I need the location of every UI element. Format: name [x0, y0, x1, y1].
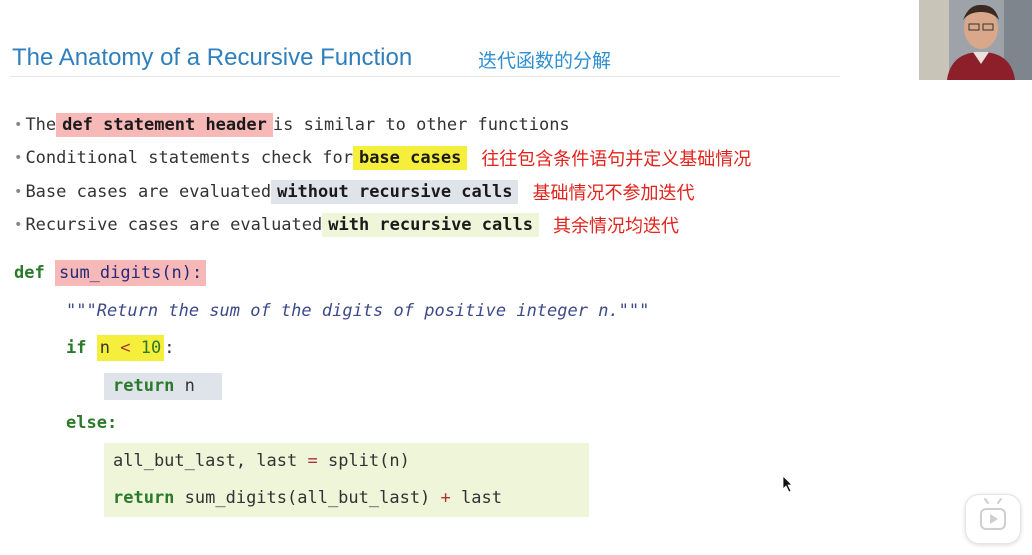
code-split-line: all_but_last, last = split(n) — [113, 451, 410, 471]
split-rhs: split(n) — [317, 451, 410, 471]
presenter-image — [919, 0, 1032, 80]
code-def-line: def sum_digits(n): — [14, 260, 207, 286]
condition-number: 10 — [140, 338, 162, 358]
presenter-webcam — [919, 0, 1032, 80]
return-tail: last — [450, 488, 502, 508]
keyword-else: else: — [66, 413, 118, 433]
base-case-condition: n < 10 — [96, 335, 165, 361]
bullet-dot-icon: • — [14, 150, 23, 167]
keyword-return: return — [113, 376, 175, 396]
bullet-dot-icon: • — [14, 217, 23, 234]
keyword-def: def — [14, 263, 45, 283]
play-icon — [980, 498, 1006, 530]
code-docstring-line: """Return the sum of the digits of posit… — [66, 301, 649, 321]
bullet-highlight: with recursive calls — [322, 213, 539, 238]
keyword-return: return — [113, 488, 175, 508]
recursive-call: sum_digits(all_but_last) — [174, 488, 441, 508]
title-annotation: 迭代函数的分解 — [478, 50, 612, 72]
bullet-text: is similar to other functions — [272, 114, 570, 135]
bullet-annotation: 其余情况均迭代 — [552, 216, 679, 238]
bullet-dot-icon: • — [14, 183, 23, 200]
condition-operator: < — [120, 338, 131, 358]
bullet-text: Base cases are evaluated — [25, 181, 272, 202]
bullet-text: Conditional statements check for — [25, 148, 353, 169]
condition-variable: n — [99, 338, 110, 358]
bullet-item: • Recursive cases are evaluated with rec… — [14, 209, 751, 243]
keyword-if: if — [66, 338, 87, 358]
condition-colon: : — [164, 338, 175, 358]
bullet-annotation: 往往包含条件语句并定义基础情况 — [481, 149, 752, 171]
plus-operator: + — [440, 488, 451, 508]
bullet-item: • Base cases are evaluated without recur… — [14, 175, 751, 209]
code-else-line: else: — [66, 413, 117, 433]
slide: The Anatomy of a Recursive Function 迭代函数… — [0, 0, 1032, 555]
bullet-item: • Conditional statements check for base … — [14, 142, 751, 176]
play-button[interactable] — [965, 494, 1021, 544]
function-signature: sum_digits(n): — [54, 260, 207, 286]
title-divider — [10, 76, 840, 77]
code-if-line: if n < 10: — [66, 335, 175, 361]
bullet-text: The — [25, 114, 57, 135]
slide-title: The Anatomy of a Recursive Function — [12, 44, 413, 71]
code-return-base-line: return n — [113, 376, 195, 396]
code-return-recursive-line: return sum_digits(all_but_last) + last — [113, 488, 502, 508]
bullet-list: • The def statement header is similar to… — [14, 108, 751, 242]
split-lhs: all_but_last, last — [113, 451, 308, 471]
bullet-text: Recursive cases are evaluated — [25, 215, 323, 236]
mouse-cursor-icon — [782, 475, 793, 493]
bullet-annotation: 基础情况不参加迭代 — [532, 182, 695, 204]
bullet-dot-icon: • — [14, 116, 23, 133]
bullet-item: • The def statement header is similar to… — [14, 108, 751, 142]
docstring: """Return the sum of the digits of posit… — [66, 301, 650, 321]
bullet-highlight: without recursive calls — [271, 179, 519, 204]
bullet-highlight: base cases — [352, 146, 468, 171]
return-value: n — [184, 376, 195, 396]
assign-operator: = — [307, 451, 318, 471]
bullet-highlight: def statement header — [56, 112, 273, 137]
